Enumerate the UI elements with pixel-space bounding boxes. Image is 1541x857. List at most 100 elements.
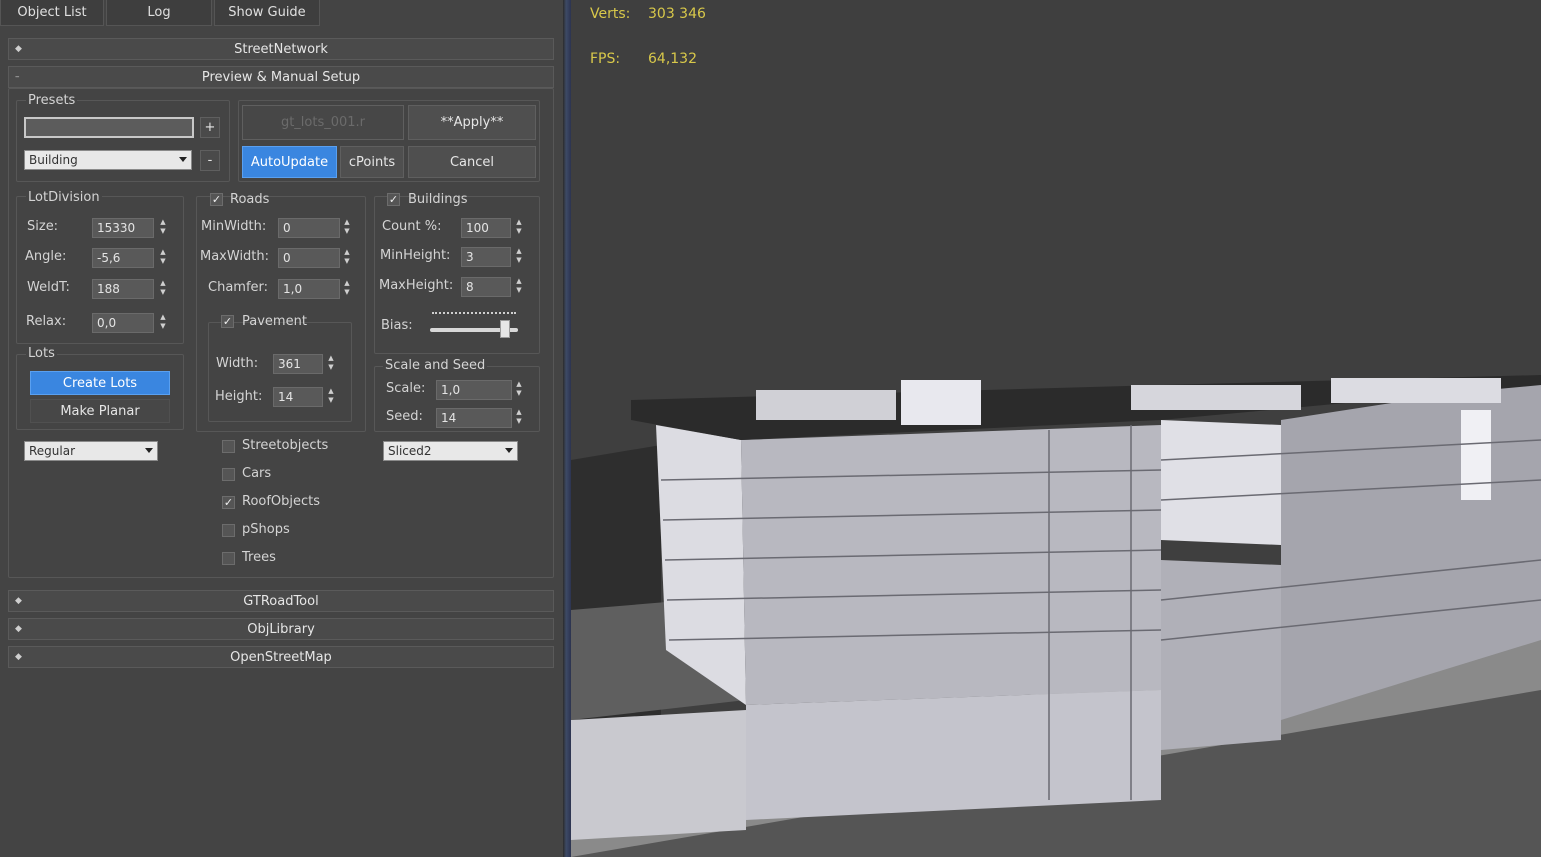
lots-title: Lots — [26, 346, 57, 361]
pavement-checkbox[interactable]: ✓ — [221, 315, 234, 328]
tab-log[interactable]: Log — [106, 0, 212, 26]
angle-spinner-icon[interactable]: ▲ ▼ — [158, 248, 168, 268]
make-planar-button[interactable]: Make Planar — [30, 399, 170, 423]
apply-button[interactable]: **Apply** — [408, 105, 536, 140]
chamfer-field[interactable]: 1,0 — [278, 279, 340, 299]
chamfer-spinner-icon[interactable]: ▲ ▼ — [342, 279, 352, 299]
roads-title: Roads — [230, 192, 270, 207]
rollout-open-street-map[interactable]: ◆ OpenStreetMap — [8, 646, 554, 668]
create-lots-button[interactable]: Create Lots — [30, 371, 170, 395]
count-spinner-icon[interactable]: ▲ ▼ — [514, 218, 524, 238]
viewport-scene — [571, 0, 1541, 857]
minwidth-spinner-icon[interactable]: ▲ ▼ — [342, 218, 352, 238]
remove-preset-button[interactable]: - — [200, 150, 220, 171]
pavement-width-spinner-icon[interactable]: ▲ ▼ — [326, 354, 336, 374]
seed-spinner-icon[interactable]: ▲ ▼ — [514, 408, 524, 428]
weldt-spinner-icon[interactable]: ▲ ▼ — [158, 279, 168, 299]
rollout-title: ObjLibrary — [247, 621, 315, 637]
maxwidth-spinner-icon[interactable]: ▲ ▼ — [342, 248, 352, 268]
expand-icon: ◆ — [15, 624, 22, 634]
left-facade — [571, 710, 746, 840]
scale-field[interactable]: 1,0 — [436, 380, 512, 400]
option-checkbox[interactable] — [222, 524, 235, 537]
minheight-field[interactable]: 3 — [461, 247, 511, 267]
add-preset-button[interactable]: + — [200, 117, 220, 138]
rollout-title: OpenStreetMap — [230, 649, 332, 665]
scale-label: Scale: — [386, 381, 426, 396]
rollout-obj-library[interactable]: ◆ ObjLibrary — [8, 618, 554, 640]
maxheight-spinner-icon[interactable]: ▲ ▼ — [514, 277, 524, 297]
rollout-gt-road-tool[interactable]: ◆ GTRoadTool — [8, 590, 554, 612]
buildings-checkbox[interactable]: ✓ — [387, 193, 400, 206]
dropdown-arrow-icon — [179, 157, 187, 162]
dropdown-arrow-icon — [505, 448, 513, 453]
option-checkbox[interactable]: ✓ — [222, 496, 235, 509]
rollout-street-network[interactable]: ◆ StreetNetwork — [8, 38, 554, 60]
cancel-button[interactable]: Cancel — [408, 146, 536, 178]
preset-type-select[interactable]: Building — [24, 150, 192, 170]
size-spinner-icon[interactable]: ▲ ▼ — [158, 218, 168, 238]
top-tabs: Object List Log Show Guide — [0, 0, 322, 26]
bias-slider-thumb[interactable] — [499, 320, 510, 338]
preset-name-field[interactable] — [24, 117, 194, 138]
building-front-face — [741, 425, 1161, 705]
maxwidth-label: MaxWidth: — [200, 249, 270, 264]
pavement-height-field[interactable]: 14 — [273, 387, 323, 407]
expand-icon: ◆ — [15, 596, 22, 606]
seed-label: Seed: — [386, 409, 423, 424]
option-checkbox[interactable] — [222, 552, 235, 565]
count-label: Count %: — [382, 219, 442, 234]
seed-field[interactable]: 14 — [436, 408, 512, 428]
option-label: Cars — [242, 466, 272, 481]
option-checkbox[interactable] — [222, 440, 235, 453]
option-label: Streetobjects — [242, 438, 329, 453]
option-checkbox[interactable] — [222, 468, 235, 481]
panel-divider[interactable] — [563, 0, 571, 857]
minwidth-field[interactable]: 0 — [278, 218, 340, 238]
angle-label: Angle: — [25, 249, 67, 264]
cpoints-button[interactable]: cPoints — [340, 146, 404, 178]
style-select[interactable]: Sliced2 — [383, 441, 518, 461]
lots-mode-select[interactable]: Regular — [24, 441, 158, 461]
angle-field[interactable]: -5,6 — [92, 248, 154, 268]
relax-field[interactable]: 0,0 — [92, 313, 154, 333]
minwidth-label: MinWidth: — [201, 219, 267, 234]
autoupdate-button[interactable]: AutoUpdate — [242, 146, 337, 178]
tab-object-list[interactable]: Object List — [0, 0, 104, 26]
3d-viewport[interactable]: Verts: 303 346 FPS: 64,132 — [571, 0, 1541, 857]
rollout-title: StreetNetwork — [234, 41, 328, 57]
disabled-preset-button: gt_lots_001.r — [242, 105, 404, 140]
fps-label: FPS: — [590, 51, 621, 67]
maxheight-field[interactable]: 8 — [461, 277, 511, 297]
expand-icon: ◆ — [15, 652, 22, 662]
verts-label: Verts: — [590, 6, 631, 22]
command-panel: Object List Log Show Guide ◆ StreetNetwo… — [0, 0, 563, 857]
tab-show-guide[interactable]: Show Guide — [214, 0, 320, 26]
size-label: Size: — [27, 219, 59, 234]
maxwidth-field[interactable]: 0 — [278, 248, 340, 268]
chamfer-label: Chamfer: — [208, 280, 269, 295]
rooftop-unit — [1331, 378, 1501, 403]
weldt-field[interactable]: 188 — [92, 279, 154, 299]
option-label: Trees — [242, 550, 276, 565]
pavement-height-label: Height: — [215, 389, 263, 404]
scale-spinner-icon[interactable]: ▲ ▼ — [514, 380, 524, 400]
pavement-width-label: Width: — [216, 356, 259, 371]
rollout-title: GTRoadTool — [243, 593, 319, 609]
bias-label: Bias: — [381, 318, 413, 333]
style-value: Sliced2 — [388, 444, 432, 458]
relax-spinner-icon[interactable]: ▲ ▼ — [158, 313, 168, 333]
building-base — [746, 690, 1161, 820]
option-label: pShops — [242, 522, 290, 537]
rollout-preview[interactable]: – Preview & Manual Setup — [8, 66, 554, 88]
size-field[interactable]: 15330 — [92, 218, 154, 238]
pavement-width-field[interactable]: 361 — [273, 354, 323, 374]
count-field[interactable]: 100 — [461, 218, 511, 238]
rooftop-unit — [901, 380, 981, 425]
pavement-height-spinner-icon[interactable]: ▲ ▼ — [326, 387, 336, 407]
fps-value: 64,132 — [648, 51, 697, 67]
right-block-light — [1161, 420, 1281, 545]
roads-checkbox[interactable]: ✓ — [210, 193, 223, 206]
minheight-spinner-icon[interactable]: ▲ ▼ — [514, 247, 524, 267]
minheight-label: MinHeight: — [380, 248, 451, 263]
